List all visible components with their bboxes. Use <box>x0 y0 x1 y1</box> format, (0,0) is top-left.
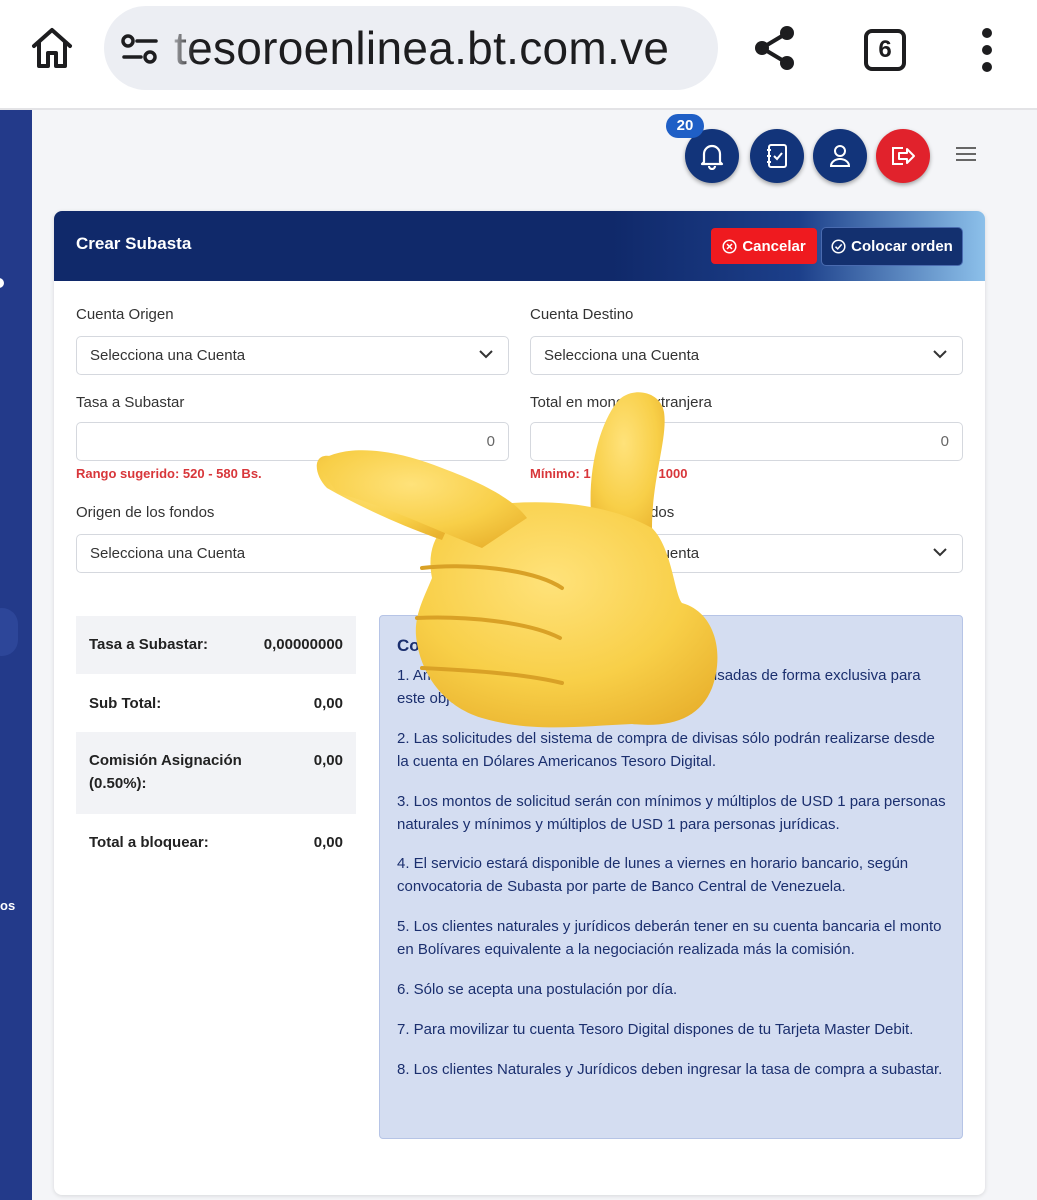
logout-icon <box>892 147 915 165</box>
summary-row: Total a bloquear: 0,00 <box>76 814 356 870</box>
home-icon[interactable] <box>28 24 76 72</box>
notification-count-badge: 20 <box>666 114 704 138</box>
cancel-circle-icon <box>722 238 737 254</box>
sidebar-dot <box>0 278 4 288</box>
more-options-icon[interactable] <box>978 27 996 73</box>
summary-label: Tasa a Subastar: <box>89 636 208 653</box>
destination-account-value: Selecciona una Cuenta <box>544 347 700 364</box>
checklist-icon <box>767 144 787 168</box>
funds-origin-label: Origen de los fondos <box>76 504 215 521</box>
card-title: Crear Subasta <box>76 234 192 253</box>
summary-row: Comisión Asignación (0.50%): 0,00 <box>76 732 356 814</box>
condition-item: 2. Las solicitudes del sistema de compra… <box>397 730 935 770</box>
user-icon <box>829 145 851 167</box>
condition-item: 3. Los montos de solicitud serán con mín… <box>397 793 946 833</box>
browser-toolbar: tesoroenlinea.bt.com.ve 6 <box>0 0 1037 110</box>
check-circle-icon <box>831 239 846 254</box>
foreign-total-value: 0 <box>940 433 949 450</box>
funds-origin-value: Selecciona una Cuenta <box>90 545 246 562</box>
tasks-button[interactable] <box>750 129 804 183</box>
place-order-button[interactable]: Colocar orden <box>821 227 963 266</box>
bell-icon <box>700 144 724 170</box>
left-sidebar: os <box>0 110 32 1200</box>
tab-switcher-button[interactable]: 6 <box>864 29 906 71</box>
source-account-label: Cuenta Origen <box>76 306 174 323</box>
url-text[interactable]: tesoroenlinea.bt.com.ve <box>174 20 669 76</box>
rate-label: Tasa a Subastar <box>76 394 185 411</box>
url-fade <box>164 6 194 90</box>
summary-value: 0,00 <box>313 752 343 769</box>
condition-item: 4. El servicio estará disponible de lune… <box>397 855 909 895</box>
summary-label: Total a bloquear: <box>89 834 209 851</box>
share-icon[interactable] <box>752 24 798 72</box>
pointing-hand-emoji-icon <box>316 392 718 728</box>
source-account-select[interactable]: Selecciona una Cuenta <box>76 336 509 375</box>
sidebar-toggle-handle[interactable] <box>0 608 18 656</box>
summary-label: Sub Total: <box>89 695 162 712</box>
chevron-down-icon <box>479 350 493 359</box>
summary-label: Comisión Asignación (0.50%): <box>89 752 242 792</box>
condition-item: 8. Los clientes Naturales y Jurídicos de… <box>397 1061 943 1078</box>
sidebar-item-label[interactable]: os <box>0 898 15 913</box>
site-settings-icon[interactable] <box>120 32 160 66</box>
cancel-button-label: Cancelar <box>742 237 806 255</box>
condition-item: 7. Para movilizar tu cuenta Tesoro Digit… <box>397 1021 914 1038</box>
address-bar[interactable]: tesoroenlinea.bt.com.ve <box>104 6 718 90</box>
hamburger-menu-icon[interactable] <box>956 146 976 162</box>
summary-value: 0,00 <box>313 834 343 851</box>
condition-item: 5. Los clientes naturales y jurídicos de… <box>397 918 942 958</box>
cancel-button[interactable]: Cancelar <box>711 228 817 264</box>
chevron-down-icon <box>933 350 947 359</box>
card-header: Crear Subasta Cancelar Colocar orden <box>54 211 985 281</box>
profile-button[interactable] <box>813 129 867 183</box>
destination-account-label: Cuenta Destino <box>530 306 634 323</box>
destination-account-select[interactable]: Selecciona una Cuenta <box>530 336 963 375</box>
place-order-button-label: Colocar orden <box>851 238 953 255</box>
condition-item: 6. Sólo se acepta una postulación por dí… <box>397 981 678 998</box>
rate-hint: Rango sugerido: 520 - 580 Bs. <box>76 466 262 481</box>
source-account-value: Selecciona una Cuenta <box>90 347 246 364</box>
logout-button[interactable] <box>876 129 930 183</box>
chevron-down-icon <box>933 548 947 557</box>
